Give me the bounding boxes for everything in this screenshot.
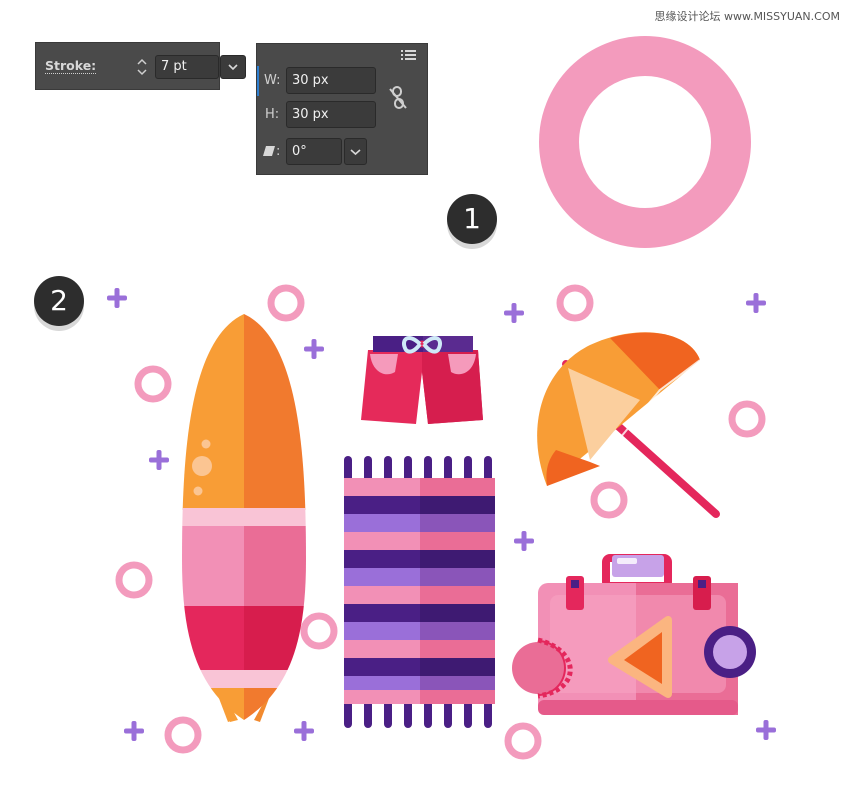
small-ring xyxy=(164,716,202,754)
beach-umbrella xyxy=(537,332,720,518)
small-ring xyxy=(728,400,766,438)
small-ring xyxy=(267,284,305,322)
small-ring xyxy=(590,481,628,519)
plus-sparkle xyxy=(124,721,144,741)
plus-sparkle xyxy=(304,339,324,359)
large-pink-ring xyxy=(539,36,751,248)
plus-sparkle xyxy=(756,720,776,740)
small-ring xyxy=(115,561,153,599)
plus-sparkle xyxy=(514,531,534,551)
small-ring xyxy=(300,612,338,650)
surfboard xyxy=(182,314,306,722)
plus-sparkle xyxy=(149,450,169,470)
striped-towel xyxy=(344,456,495,728)
beach-illustration xyxy=(107,36,776,760)
small-ring xyxy=(556,284,594,322)
suitcase xyxy=(512,554,756,715)
small-ring xyxy=(134,365,172,403)
plus-sparkle xyxy=(107,288,127,308)
plus-sparkle xyxy=(746,293,766,313)
small-ring xyxy=(504,722,542,760)
plus-sparkle xyxy=(294,721,314,741)
swim-shorts xyxy=(361,336,483,424)
plus-sparkle xyxy=(504,303,524,323)
